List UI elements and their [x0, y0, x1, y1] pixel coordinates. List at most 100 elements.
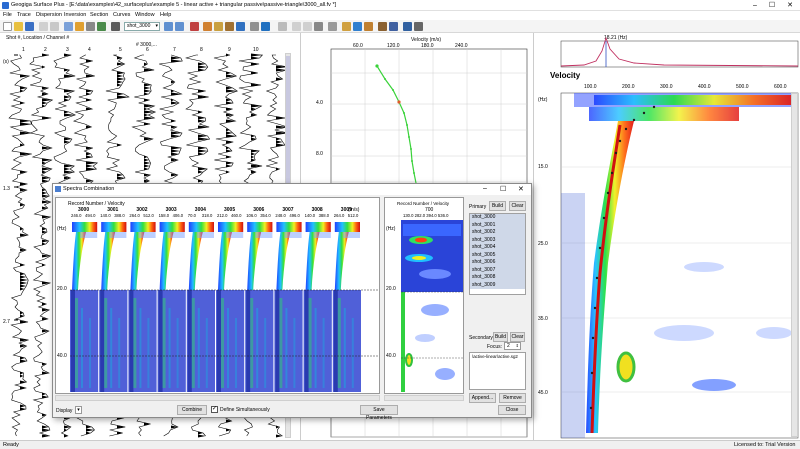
list-item[interactable]: shot_3005: [470, 251, 525, 259]
grid-icon[interactable]: [389, 22, 398, 31]
status-license: Licensed to: Trial Version: [734, 442, 796, 448]
dialog-maximize-button[interactable]: ☐: [500, 185, 506, 193]
primary-clear-button[interactable]: Clear: [509, 201, 526, 211]
inversion-icon[interactable]: [236, 22, 245, 31]
window-title: Geogiga Surface Plus - [E:\data\examples…: [11, 2, 337, 8]
single-hscrollbar[interactable]: [384, 395, 464, 401]
list-item[interactable]: shot_3001: [470, 221, 525, 229]
dispersion-icon[interactable]: [203, 22, 212, 31]
arrow-left-icon[interactable]: [292, 22, 301, 31]
seismic-trace: [8, 54, 32, 437]
pick-icon[interactable]: [190, 22, 199, 31]
new-icon[interactable]: [3, 22, 12, 31]
list-item[interactable]: \active-linear\active.sg2: [470, 353, 525, 361]
status-left: Ready: [3, 442, 19, 448]
menu-dispersion[interactable]: Dispersion: [36, 12, 62, 18]
record-spectrum: [157, 220, 186, 392]
close-button[interactable]: ✕: [783, 0, 797, 11]
combined-spectra-view[interactable]: Record Number / Velocity (m/s) 3000 246.0…: [55, 197, 380, 394]
menu-file[interactable]: File: [3, 12, 12, 18]
save-icon[interactable]: [25, 22, 34, 31]
open-icon[interactable]: [14, 22, 23, 31]
close-all-icon[interactable]: [414, 22, 423, 31]
window-icon[interactable]: [403, 22, 412, 31]
secondary-build-button[interactable]: Build: [493, 332, 508, 342]
list-item[interactable]: shot_3007: [470, 266, 525, 274]
layer-icon[interactable]: [364, 22, 373, 31]
record-spectrum: [303, 220, 332, 392]
select-record-icon[interactable]: [111, 22, 120, 31]
previous-record-icon[interactable]: [164, 22, 173, 31]
menu-bar: File Trace Dispersion Inversion Section …: [0, 11, 800, 20]
undo-icon[interactable]: [278, 22, 287, 31]
arrange-icon[interactable]: [314, 22, 323, 31]
define-simultaneously-checkbox[interactable]: ✓: [211, 406, 218, 413]
arrow-right-icon[interactable]: [303, 22, 312, 31]
curve-icon[interactable]: [214, 22, 223, 31]
seismic-trace-fill: [42, 53, 53, 438]
dialog-icon: [55, 186, 61, 192]
list-item[interactable]: shot_3000: [470, 214, 525, 222]
menu-help[interactable]: Help: [160, 12, 171, 18]
focus-spinner[interactable]: 2 ⇕: [504, 342, 521, 350]
dispersion-image: [560, 92, 799, 439]
spectrum-scrollbar[interactable]: [791, 93, 798, 437]
chart-icon[interactable]: [353, 22, 362, 31]
help-icon[interactable]: [261, 22, 270, 31]
menu-inversion[interactable]: Inversion: [64, 12, 86, 18]
dialog-title: Spectra Combination: [63, 186, 115, 192]
list-item[interactable]: shot_3006: [470, 259, 525, 267]
focus-label: Focus:: [487, 344, 503, 350]
pointer-icon[interactable]: [328, 22, 337, 31]
primary-record-list[interactable]: shot_3000 shot_3001 shot_3002 shot_3003 …: [469, 213, 526, 295]
dispersion-spectrum-panel[interactable]: 18.21 (Hz) Velocity 100.0 200.0 300.0 40…: [533, 33, 800, 440]
save-parameters-button[interactable]: Save Parameters: [360, 405, 398, 421]
menu-window[interactable]: Window: [135, 12, 155, 18]
model-icon[interactable]: [378, 22, 387, 31]
folder-icon[interactable]: [342, 22, 351, 31]
zoom-icon[interactable]: [250, 22, 259, 31]
maximize-button[interactable]: ☐: [765, 0, 779, 11]
record-spectrum: [70, 220, 99, 392]
dialog-hscrollbar[interactable]: [55, 395, 380, 401]
cut-icon[interactable]: [39, 22, 48, 31]
single-spectrum-view[interactable]: Record Number / Velocity 700 130.0 282.0…: [384, 197, 464, 394]
define-simultaneously-label: Define Simultaneously: [220, 407, 270, 413]
secondary-clear-button[interactable]: Clear: [510, 332, 525, 342]
dialog-close-text-button[interactable]: Close: [498, 405, 526, 415]
seismic-trace: [29, 54, 54, 437]
mute-icon[interactable]: [97, 22, 106, 31]
dialog-close-button[interactable]: ✕: [518, 185, 524, 193]
status-bar: Ready Licensed to: Trial Version: [0, 440, 800, 449]
app-icon: [2, 2, 9, 9]
display-dropdown[interactable]: ▾: [75, 406, 82, 414]
menu-section[interactable]: Section: [90, 12, 108, 18]
edit-curve-icon[interactable]: [225, 22, 234, 31]
list-item[interactable]: shot_3004: [470, 244, 525, 252]
primary-build-button[interactable]: Build: [489, 201, 506, 211]
record-spectrum: [186, 220, 215, 392]
combine-button[interactable]: Combine: [177, 405, 207, 415]
list-item[interactable]: shot_3003: [470, 236, 525, 244]
minimize-button[interactable]: –: [748, 0, 762, 11]
filter-icon[interactable]: [86, 22, 95, 31]
remove-button[interactable]: Remove: [499, 393, 526, 403]
gain-icon[interactable]: [75, 22, 84, 31]
menu-curves[interactable]: Curves: [113, 12, 130, 18]
list-item[interactable]: shot_3002: [470, 229, 525, 237]
copy-icon[interactable]: [50, 22, 59, 31]
menu-trace[interactable]: Trace: [17, 12, 31, 18]
trace-display-icon[interactable]: [64, 22, 73, 31]
record-spectrum: [332, 220, 361, 392]
spectra-combination-dialog: Spectra Combination – ☐ ✕ Record Number …: [52, 183, 532, 421]
secondary-record-list[interactable]: \active-linear\active.sg2: [469, 352, 526, 390]
append-button[interactable]: Append...: [469, 393, 496, 403]
shot-select[interactable]: shot_3000 ▾: [124, 22, 160, 31]
dialog-title-bar: Spectra Combination – ☐ ✕: [53, 184, 531, 195]
dialog-minimize-button[interactable]: –: [483, 185, 487, 192]
record-spectrum: [99, 220, 128, 392]
list-item[interactable]: shot_3008: [470, 274, 525, 282]
list-item[interactable]: shot_3009: [470, 281, 525, 289]
next-record-icon[interactable]: [175, 22, 184, 31]
primary-label: Primary: [469, 204, 487, 210]
